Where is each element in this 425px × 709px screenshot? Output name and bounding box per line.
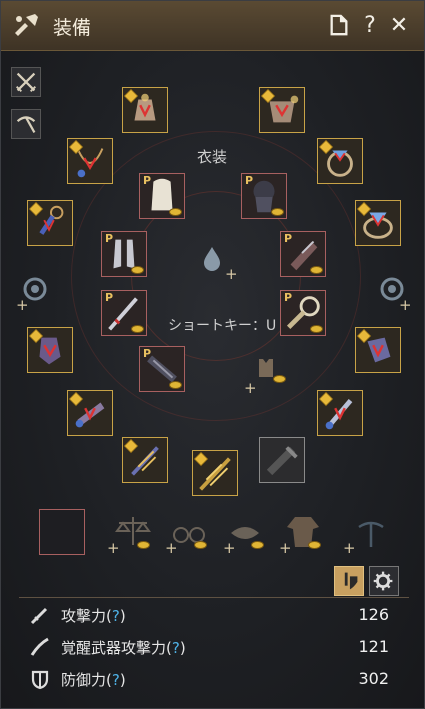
shortcut-label: ショートキー：U bbox=[168, 318, 277, 334]
stat-value: 126 bbox=[358, 605, 389, 624]
pearl-badge-icon: P bbox=[105, 232, 114, 245]
coin-icon bbox=[131, 266, 144, 274]
durability-toggle-button[interactable] bbox=[334, 566, 364, 596]
blade-icon bbox=[30, 637, 49, 656]
add-slot-plus[interactable]: + bbox=[244, 381, 257, 396]
help-button[interactable]: ? bbox=[358, 13, 382, 39]
costume-slot-awakening[interactable]: P bbox=[139, 346, 185, 392]
stat-row-awakening-attack: 覚醒武器攻撃力(?) 121 bbox=[19, 634, 409, 662]
stat-value: 121 bbox=[358, 637, 389, 656]
stat-row-attack: 攻撃力(?) 126 bbox=[19, 602, 409, 630]
coin-icon bbox=[131, 325, 144, 333]
equipment-slot-mainweapon[interactable] bbox=[122, 437, 168, 483]
coin-icon bbox=[194, 541, 207, 549]
coin-icon bbox=[169, 381, 182, 389]
stat-name: 覚醒武器攻撃力(?) bbox=[61, 639, 186, 657]
equipment-slot-subweapon[interactable] bbox=[317, 390, 363, 436]
equipment-slot-gloves[interactable] bbox=[27, 327, 73, 373]
equipment-icon bbox=[11, 11, 41, 41]
coin-icon bbox=[310, 325, 323, 333]
character-drop-icon bbox=[204, 247, 220, 271]
add-slot-plus[interactable]: + bbox=[343, 541, 356, 556]
coin-icon bbox=[251, 541, 264, 549]
pearl-badge-icon: P bbox=[284, 291, 293, 304]
stat-help-link[interactable]: ? bbox=[112, 671, 120, 689]
coin-icon bbox=[308, 541, 321, 549]
window-title: 装備 bbox=[53, 17, 92, 39]
stat-name: 攻撃力(?) bbox=[61, 607, 126, 625]
coin-icon bbox=[169, 208, 182, 216]
costume-slot-hair[interactable]: P bbox=[139, 173, 185, 219]
costume-slot-helm[interactable]: P bbox=[241, 173, 287, 219]
pearl-badge-icon: P bbox=[105, 291, 114, 304]
costume-slot-gloves[interactable]: P bbox=[280, 231, 326, 277]
shield-icon bbox=[31, 670, 49, 690]
pearl-badge-icon: P bbox=[245, 174, 254, 187]
add-slot-plus[interactable]: + bbox=[107, 541, 120, 556]
equipment-slot-helmet[interactable] bbox=[122, 87, 168, 133]
equipment-slot-awakening-weapon[interactable] bbox=[192, 450, 238, 496]
swords-icon[interactable] bbox=[11, 67, 41, 97]
add-slot-plus[interactable]: + bbox=[223, 541, 236, 556]
pickaxe-tool-icon[interactable] bbox=[349, 511, 393, 555]
add-slot-plus[interactable]: + bbox=[165, 541, 178, 556]
lifeskill-slot[interactable] bbox=[39, 509, 85, 555]
add-slot-plus[interactable]: + bbox=[399, 298, 412, 313]
gear-icon[interactable] bbox=[369, 566, 399, 596]
add-slot-plus[interactable]: + bbox=[279, 541, 292, 556]
equipment-slot-earring-left[interactable] bbox=[27, 200, 73, 246]
equipment-slot-alchemy-stone[interactable] bbox=[259, 437, 305, 483]
equipment-slot-shoes[interactable] bbox=[355, 327, 401, 373]
equipment-slot-earring-right[interactable] bbox=[355, 200, 401, 246]
pearl-badge-icon: P bbox=[143, 347, 152, 360]
equipment-slot-belt[interactable] bbox=[67, 390, 113, 436]
equipment-window: 装備 ? ✕ + + 衣装 ショートキー：U + P P P P P P P +… bbox=[0, 0, 425, 709]
costume-slot-subweapon[interactable]: P bbox=[280, 290, 326, 336]
equipment-slot-armor[interactable] bbox=[259, 87, 305, 133]
equipment-slot-ring[interactable] bbox=[317, 138, 363, 184]
coin-icon bbox=[137, 541, 150, 549]
title-bar[interactable]: 装備 ? ✕ bbox=[1, 1, 424, 51]
pearl-badge-icon: P bbox=[284, 232, 293, 245]
add-slot-plus[interactable]: + bbox=[225, 267, 238, 282]
stat-name: 防御力(?) bbox=[61, 671, 126, 689]
stat-value: 302 bbox=[358, 669, 389, 688]
pearl-badge-icon: P bbox=[143, 174, 152, 187]
equipment-slot-necklace[interactable] bbox=[67, 138, 113, 184]
costume-slot-boots[interactable]: P bbox=[101, 231, 147, 277]
document-icon[interactable] bbox=[327, 13, 351, 39]
stat-help-link[interactable]: ? bbox=[172, 639, 180, 657]
costume-slot-mainweapon[interactable]: P bbox=[101, 290, 147, 336]
stat-help-link[interactable]: ? bbox=[112, 607, 120, 625]
add-slot-plus[interactable]: + bbox=[16, 298, 29, 313]
costume-label: 衣装 bbox=[197, 148, 228, 166]
pickaxe-icon[interactable] bbox=[11, 109, 41, 139]
coin-icon bbox=[273, 375, 286, 383]
coin-icon bbox=[310, 266, 323, 274]
close-button[interactable]: ✕ bbox=[387, 13, 411, 39]
stat-row-defense: 防御力(?) 302 bbox=[19, 666, 409, 694]
stats-panel: 攻撃力(?) 126 覚醒武器攻撃力(?) 121 防御力(?) 302 bbox=[19, 597, 409, 690]
coin-icon bbox=[271, 208, 284, 216]
sword-icon bbox=[30, 607, 48, 625]
